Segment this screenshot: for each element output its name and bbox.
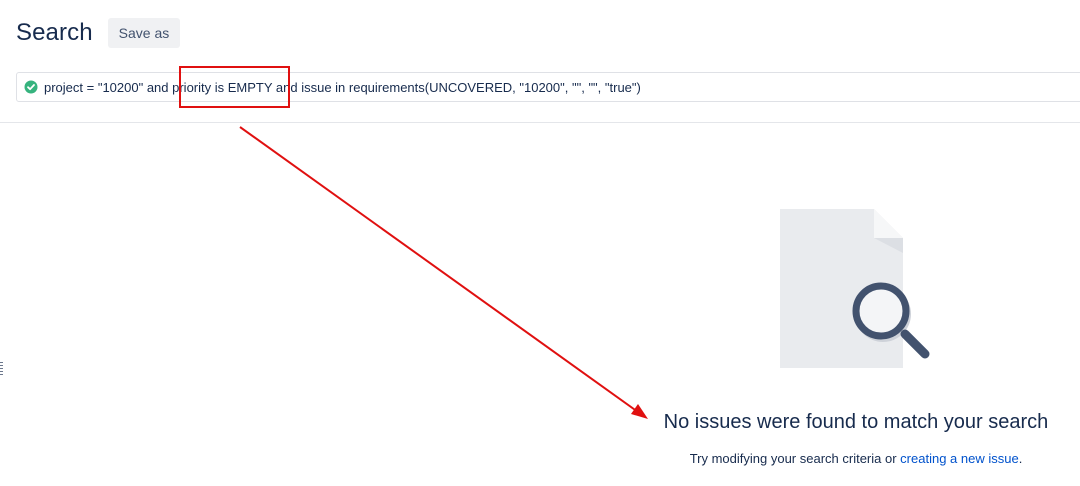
check-circle-icon — [24, 80, 38, 94]
empty-state-hint: Try modifying your search criteria or cr… — [600, 451, 1080, 466]
jql-query-text: project = "10200" and priority is EMPTY … — [44, 79, 641, 95]
empty-state-hint-suffix: . — [1018, 451, 1023, 466]
search-page: Search Save as project = "10200" and pri… — [0, 0, 1080, 486]
save-as-button[interactable]: Save as — [107, 18, 181, 48]
resize-handle[interactable] — [0, 362, 3, 376]
page-title: Search — [16, 19, 93, 46]
empty-state-hint-text: Try modifying your search criteria or — [689, 451, 901, 466]
create-issue-link[interactable]: creating a new issue — [900, 451, 1019, 466]
divider — [0, 122, 1080, 123]
jql-query-input[interactable]: project = "10200" and priority is EMPTY … — [16, 72, 1080, 102]
page-header: Search Save as — [16, 17, 181, 49]
annotation-highlight-box — [179, 66, 290, 108]
empty-state-title: No issues were found to match your searc… — [663, 411, 1049, 433]
document-search-icon — [770, 205, 950, 375]
